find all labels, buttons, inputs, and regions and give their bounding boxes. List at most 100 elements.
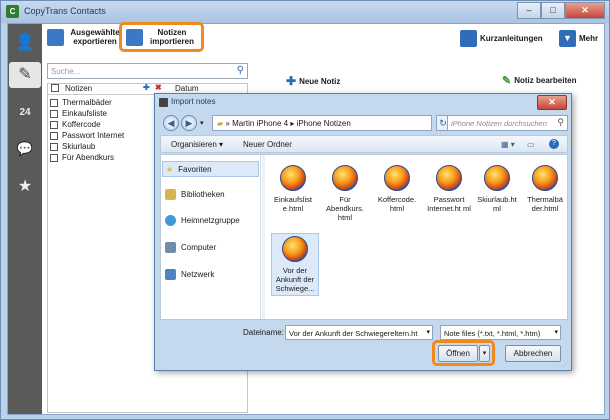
forward-icon[interactable]: ▶ [181,115,197,131]
more-button[interactable]: ▼ Mehr [559,30,598,47]
notes-icon[interactable]: ✎ [9,62,41,88]
list-item[interactable]: Passwort Internet [50,131,124,140]
filename-input[interactable]: Vor der Ankunft der Schwiegereltern.ht ▾ [285,325,433,340]
list-item[interactable]: Koffercode [50,120,101,129]
file-item[interactable]: Skiurlaub.ht ml [473,165,521,213]
file-item[interactable]: Koffercode. html [373,165,421,213]
file-name: Passwort Internet.ht ml [427,195,471,213]
dialog-search-input[interactable]: iPhone Notizen durchsuchen ⚲ [447,115,568,131]
firefox-file-icon [532,165,558,191]
row-checkbox[interactable] [50,120,58,129]
pencil-icon: ✎ [502,75,512,87]
row-checkbox[interactable] [50,98,58,107]
file-browser: ★ Favoriten Bibliotheken Heimnetzgruppe C… [160,154,568,320]
open-split-dropdown[interactable]: ▾ [479,345,490,362]
sidebar: 👤 ✎ 24 💬 ★ [8,24,42,414]
col-date-header[interactable]: Datum [175,84,199,93]
new-note-button[interactable]: ✚ Neue Notiz [286,74,340,88]
star-icon: ★ [166,164,174,174]
homegroup-icon [165,215,176,226]
view-options-icon[interactable]: ▦ ▾ [501,140,515,149]
organize-menu[interactable]: Organisieren ▾ [171,140,223,149]
title-bar: C CopyTrans Contacts – □ ✕ [1,1,609,23]
filename-label: Dateiname: [243,328,284,337]
dialog-search-placeholder: iPhone Notizen durchsuchen [451,119,547,128]
favorites-icon[interactable]: ★ [12,174,38,200]
row-checkbox[interactable] [50,142,58,151]
list-item[interactable]: Thermalbäder [50,98,112,107]
libraries-icon [165,189,176,200]
select-all-checkbox[interactable] [51,84,59,92]
new-folder-button[interactable]: Neuer Ordner [243,140,292,149]
export-label: Ausgewählte exportieren [70,28,120,46]
list-item[interactable]: Skiurlaub [50,142,95,151]
app-logo-icon: C [6,5,19,18]
window-title: CopyTrans Contacts [24,6,106,16]
dialog-close-button[interactable]: ✕ [537,95,567,110]
nav-homegroup[interactable]: Heimnetzgruppe [165,215,240,226]
list-item[interactable]: Einkaufsliste [50,109,107,118]
history-dropdown-icon[interactable]: ▾ [200,119,204,127]
open-button[interactable]: Öffnen [438,345,478,362]
nav-network[interactable]: Netzwerk [165,269,214,280]
quick-guides-button[interactable]: Kurzanleitungen [460,30,543,47]
firefox-file-icon [332,165,358,191]
chevron-down-icon[interactable]: ▾ [554,328,558,336]
file-item[interactable]: Passwort Internet.ht ml [425,165,473,213]
filetype-value: Note files (*.txt, *.html, *.htm) [444,329,541,338]
nav-label: Favoriten [178,164,212,174]
chevron-down-icon[interactable]: ▾ [426,328,430,336]
file-name: Thermalbä der.html [527,195,563,213]
export-selected-button[interactable]: Ausgewählte exportieren [47,28,123,46]
maximize-button[interactable]: □ [541,2,565,19]
delete-note-icon[interactable]: ✖ [155,83,162,92]
import-icon [126,28,143,46]
row-checkbox[interactable] [50,153,58,162]
messages-icon[interactable]: 💬 [12,136,38,162]
nav-label: Bibliotheken [181,190,225,199]
folder-icon: ▰ [217,119,224,128]
nav-favorites[interactable]: ★ Favoriten [162,161,259,177]
address-bar[interactable]: ▰ » Martin iPhone 4 ▸ iPhone Notizen [212,115,432,131]
edit-note-button[interactable]: ✎ Notiz bearbeiten [502,74,576,87]
note-title: Thermalbäder [62,98,112,107]
file-item[interactable]: Thermalbä der.html [521,165,569,213]
import-notes-button[interactable]: Notizen importieren [126,28,198,46]
file-item[interactable]: Einkaufslist e.html [269,165,317,213]
nav-computer[interactable]: Computer [165,242,216,253]
search-icon[interactable]: ⚲ [557,117,564,128]
nav-label: Computer [181,243,217,252]
row-checkbox[interactable] [50,109,58,118]
firefox-file-icon [484,165,510,191]
resize-grip-icon[interactable]: ⋰ [562,360,569,368]
close-button[interactable]: ✕ [565,2,605,19]
file-name: Einkaufslist e.html [274,195,312,213]
tools-icon [460,30,477,47]
pane-splitter[interactable] [262,155,265,319]
import-notes-dialog: Import notes ✕ ◀ ▶ ▾ ▰ » Martin iPhone 4… [154,93,572,371]
export-icon [47,28,64,46]
minimize-button[interactable]: – [517,2,541,19]
file-item[interactable]: Für Abendkurs. html [321,165,369,222]
preview-pane-icon[interactable]: ▭ [527,140,535,149]
notes-search[interactable]: Suche... ⚲ [47,63,248,79]
cancel-button[interactable]: Abbrechen [505,345,561,362]
calendar-icon[interactable]: 24 [12,100,38,126]
help-icon[interactable]: ? [549,139,559,149]
search-input-placeholder: Suche... [51,67,81,76]
breadcrumb-device[interactable]: Martin iPhone 4 [232,119,288,128]
nav-libraries[interactable]: Bibliotheken [165,189,225,200]
firefox-file-icon [280,165,306,191]
filetype-select[interactable]: Note files (*.txt, *.html, *.htm) ▾ [440,325,561,340]
row-checkbox[interactable] [50,131,58,140]
add-note-icon[interactable]: ✚ [143,83,150,92]
list-item[interactable]: Für Abendkurs [50,153,114,162]
breadcrumb-folder[interactable]: iPhone Notizen [297,119,351,128]
contacts-icon[interactable]: 👤 [12,30,38,56]
col-notes-header[interactable]: Notizen [65,84,92,93]
file-item-selected[interactable]: Vor der Ankunft der Schwiege... [271,233,319,296]
search-icon[interactable]: ⚲ [237,65,244,76]
navigation-bar: ◀ ▶ ▾ ▰ » Martin iPhone 4 ▸ iPhone Notiz… [160,113,568,133]
back-icon[interactable]: ◀ [163,115,179,131]
dialog-app-icon [159,98,168,107]
